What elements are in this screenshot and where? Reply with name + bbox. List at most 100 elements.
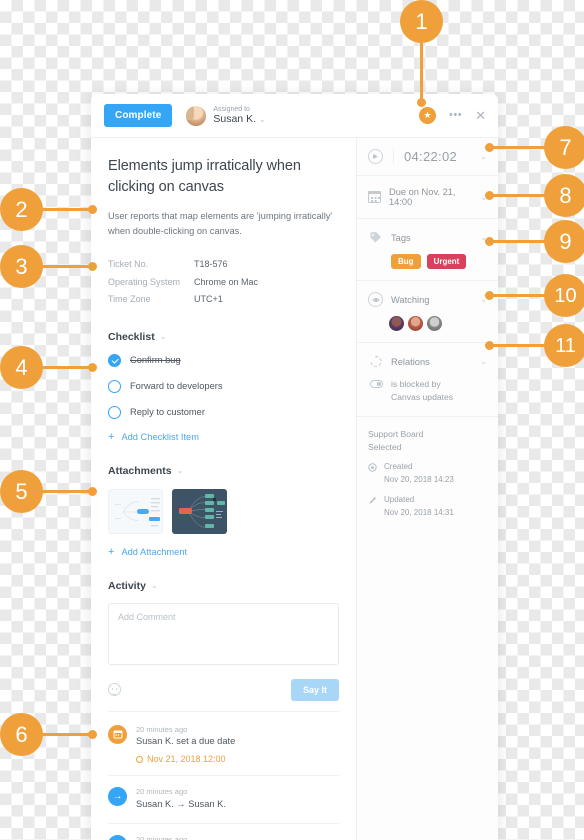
meta-value: Chrome on Mac [194, 276, 259, 287]
checkbox-icon[interactable] [108, 405, 121, 419]
close-icon[interactable]: ✕ [475, 109, 486, 122]
add-attachment-button[interactable]: + Add Attachment [108, 546, 339, 558]
chevron-down-icon: ⌄ [258, 114, 266, 124]
chevron-down-icon[interactable]: ⌄ [480, 357, 487, 366]
main-content-column: Elements jump irratically when clicking … [91, 138, 357, 840]
tag-icon [368, 230, 383, 245]
callout-dot [417, 98, 426, 107]
created-stamp: Created Nov 20, 2018 14:23 [368, 461, 487, 486]
checkbox-checked-icon[interactable] [108, 353, 121, 367]
board-state: Selected [368, 441, 402, 452]
callout-bubble: 8 [544, 174, 584, 217]
callout-dot [88, 262, 97, 271]
complete-button[interactable]: Complete [104, 104, 173, 127]
meta-value: T18-576 [194, 259, 228, 270]
list-item: 20 minutes ago Susan K. set a due date N… [108, 714, 339, 777]
callout-line [489, 146, 551, 149]
assignee-selector[interactable]: Assigned to Susan K. ⌄ [186, 105, 266, 126]
activity-due-date-label: Nov 21, 2018 12:00 [147, 754, 226, 765]
callout-bubble: 11 [544, 324, 584, 367]
chevron-down-icon: ⌄ [159, 332, 167, 342]
attachments-heading[interactable]: Attachments ⌄ [108, 465, 339, 477]
activity-text: Susan K. set a due date [136, 736, 236, 747]
status-badge[interactable]: Bug [391, 254, 421, 269]
updated-label: Updated [384, 495, 415, 505]
timer-section: ▶ 04:22:02 ⌄ [357, 138, 498, 176]
list-item[interactable]: Reply to customer [108, 405, 339, 419]
table-row: Operating System Chrome on Mac [108, 274, 339, 292]
table-row: Ticket No. T18-576 [108, 256, 339, 274]
watcher-avatar[interactable] [408, 316, 423, 331]
callout-line [489, 194, 551, 197]
mindmap-dark-thumbnail[interactable] [172, 488, 227, 534]
page-title: Elements jump irratically when clicking … [108, 158, 301, 195]
play-icon[interactable]: ▶ [368, 149, 383, 164]
checkbox-icon[interactable] [108, 379, 121, 393]
assignee-name: Susan K. ⌄ [213, 112, 266, 125]
updated-value: Nov 20, 2018 14:31 [384, 507, 454, 517]
callout-bubble: 4 [0, 346, 43, 389]
callout-dot [485, 191, 494, 200]
list-item: + 20 minutes ago Susan K. created the ta… [108, 824, 339, 840]
avatar [186, 105, 207, 126]
calendar-icon [367, 190, 382, 203]
checklist-item-label: Reply to customer [130, 407, 205, 418]
status-badge[interactable]: Urgent [426, 254, 467, 269]
relation-type: is blocked by [391, 379, 441, 389]
ticket-meta-table: Ticket No. T18-576 Operating System Chro… [108, 256, 339, 309]
callout-line [420, 34, 423, 102]
meta-key: Time Zone [108, 294, 151, 305]
due-date-section[interactable]: Due on Nov. 21, 14:00 ⌄ [357, 176, 498, 219]
callout-dot [88, 730, 97, 739]
callout-bubble: 1 [400, 0, 443, 43]
callout-bubble: 5 [0, 470, 43, 513]
eye-icon [368, 292, 383, 307]
updated-stamp: Updated Nov 20, 2018 14:31 [368, 494, 487, 519]
board-info-section: Support Board Selected Created Nov 20, 2… [357, 417, 498, 530]
watcher-avatar[interactable] [389, 316, 404, 331]
arrow-right-icon: → [108, 787, 127, 807]
comment-input[interactable] [108, 602, 339, 665]
list-item[interactable]: Confirm bug [108, 353, 339, 367]
add-checklist-item-button[interactable]: + Add Checklist Item [108, 431, 339, 443]
checklist-heading-label: Checklist [108, 330, 155, 343]
sidebar-column: ▶ 04:22:02 ⌄ Due on Nov. 21, 14:00 ⌄ Tag… [357, 138, 498, 840]
attachment-thumbnails [108, 488, 339, 534]
relation-item[interactable]: is blocked by Canvas updates [370, 378, 487, 405]
chevron-down-icon: ⌄ [150, 581, 158, 591]
callout-dot [88, 205, 97, 214]
activity-time: 20 minutes ago [136, 724, 188, 734]
watcher-avatar[interactable] [427, 316, 442, 331]
list-item[interactable]: Forward to developers [108, 379, 339, 393]
calendar-icon [108, 724, 127, 744]
checklist-heading[interactable]: Checklist ⌄ [108, 331, 339, 343]
ticket-description: User reports that map elements are 'jump… [108, 211, 333, 237]
due-date-label: Due on Nov. 21, 14:00 [389, 187, 456, 207]
add-checklist-item-label: Add Checklist Item [121, 432, 199, 443]
callout-bubble: 2 [0, 188, 43, 231]
emoji-icon[interactable] [108, 683, 121, 697]
say-it-button[interactable]: Say It [290, 678, 339, 701]
callout-line [489, 344, 551, 347]
tags-label: Tags [391, 232, 411, 243]
more-options-icon[interactable]: ••• [449, 110, 462, 121]
callout-dot [485, 143, 494, 152]
watching-label: Watching [391, 294, 430, 305]
mindmap-light-thumbnail[interactable] [108, 488, 163, 534]
callout-bubble: 3 [0, 245, 43, 288]
star-icon[interactable]: ★ [419, 107, 437, 124]
watching-section: Watching ⌄ [357, 281, 498, 343]
created-text: Created Nov 20, 2018 14:23 [384, 461, 454, 486]
relations-label: Relations [391, 356, 430, 367]
created-value: Nov 20, 2018 14:23 [384, 474, 454, 484]
meta-value: UTC+1 [194, 294, 223, 305]
updated-text: Updated Nov 20, 2018 14:31 [384, 494, 454, 519]
chevron-down-icon[interactable]: ⌄ [480, 152, 487, 161]
callout-line [489, 294, 551, 297]
activity-heading-label: Activity [108, 579, 146, 592]
table-row: Time Zone UTC+1 [108, 291, 339, 309]
relation-target: Canvas updates [391, 392, 454, 403]
activity-heading[interactable]: Activity ⌄ [108, 580, 339, 592]
callout-dot [485, 341, 494, 350]
meta-key: Operating System [108, 276, 181, 287]
